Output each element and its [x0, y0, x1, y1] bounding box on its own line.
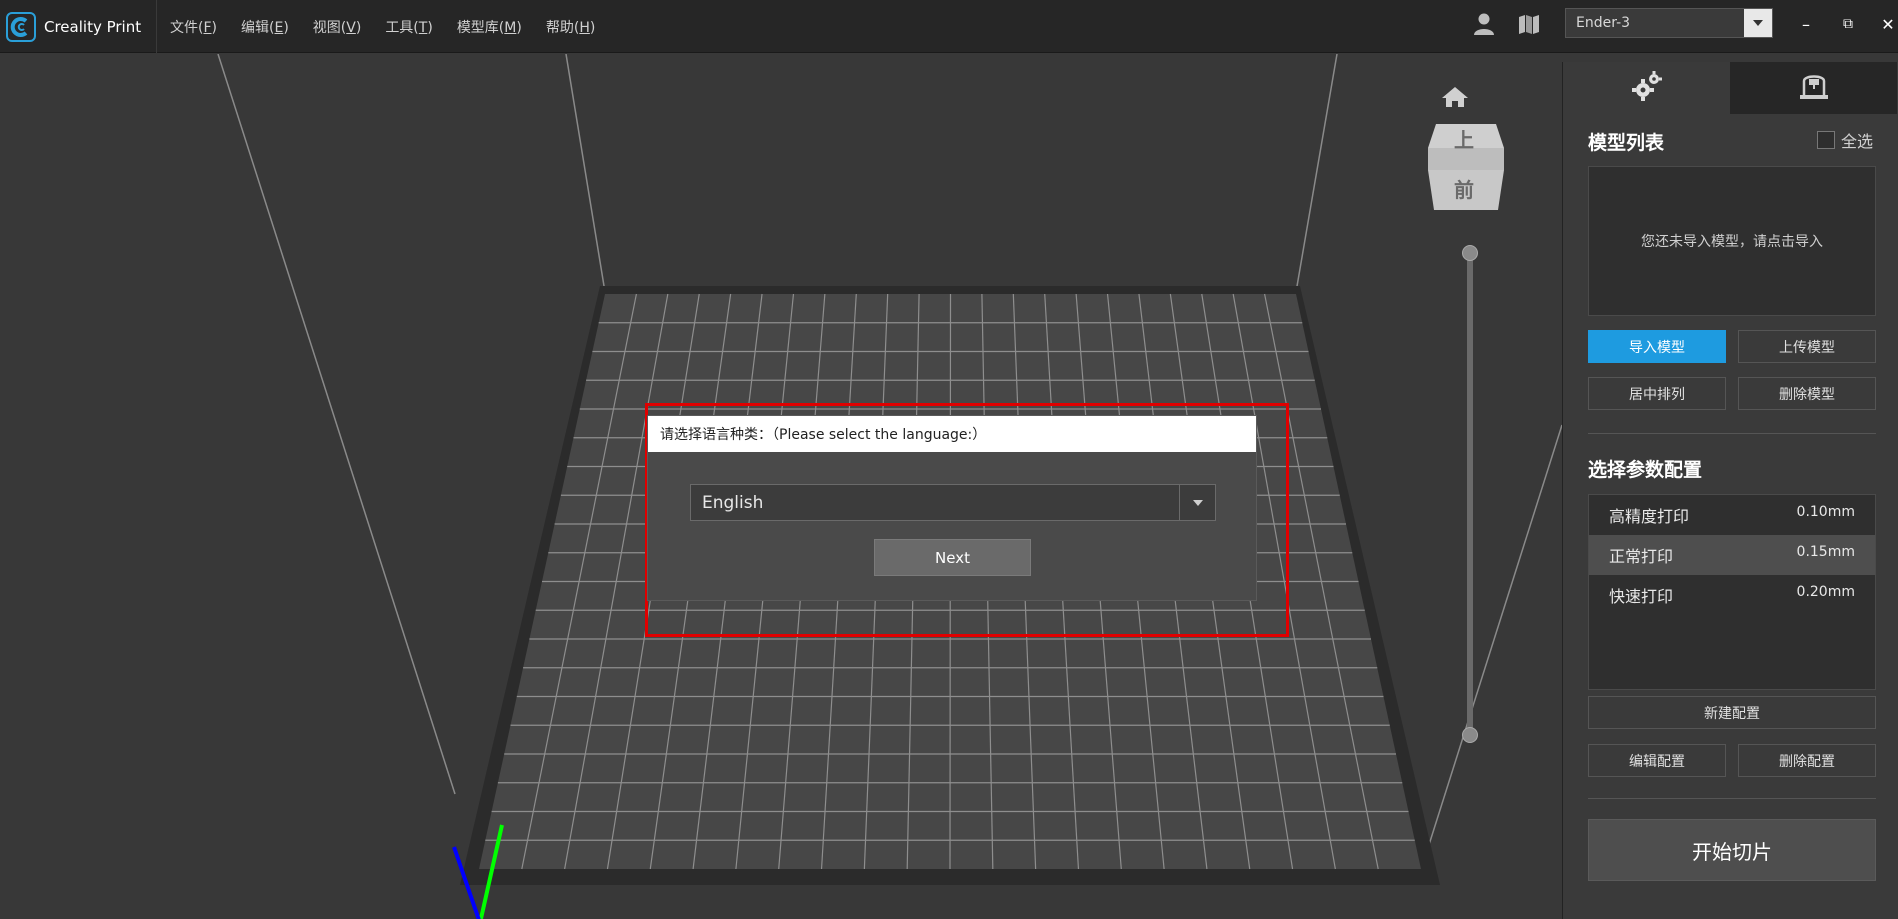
restore-button[interactable]: ⧉: [1836, 12, 1860, 36]
menu-view[interactable]: 视图(V): [313, 17, 362, 37]
y-axis-line: [478, 824, 504, 919]
select-all-box[interactable]: [1817, 131, 1835, 149]
profile-name: 正常打印: [1609, 547, 1674, 566]
menu-model-library-key: M: [504, 19, 517, 36]
center-arrange-button[interactable]: 居中排列: [1588, 377, 1726, 410]
home-icon[interactable]: [1441, 85, 1469, 109]
view-cube-top-label[interactable]: 上: [1454, 124, 1474, 153]
chevron-down-icon[interactable]: [1744, 9, 1772, 37]
model-list-empty-text: 您还未导入模型，请点击导入: [1641, 234, 1823, 250]
panel-divider: [1588, 798, 1876, 799]
creality-logo-icon: [6, 11, 36, 42]
app-window: Creality Print 文件(F) 编辑(E) 视图(V) 工具(T) 模…: [0, 0, 1898, 919]
menu-model-library-label: 模型库(: [456, 19, 505, 36]
menu-help[interactable]: 帮助(H): [546, 17, 595, 37]
tab-settings[interactable]: [1563, 62, 1730, 114]
menu-model-library-suffix: ): [516, 19, 522, 36]
menu-tools-label: 工具(: [385, 19, 419, 36]
menu-tools[interactable]: 工具(T): [385, 17, 433, 37]
model-list-title: 模型列表: [1588, 132, 1665, 154]
language-dialog: 请选择语言种类：（Please select the language:） En…: [647, 415, 1257, 601]
start-slice-button[interactable]: 开始切片: [1588, 819, 1876, 881]
printer-icon: [1798, 71, 1830, 105]
upload-model-button[interactable]: 上传模型: [1738, 330, 1876, 363]
menu-help-label: 帮助(: [545, 19, 580, 36]
printer-select-value: Ender-3: [1576, 15, 1631, 31]
menu-help-key: H: [579, 19, 590, 36]
dialog-title: 请选择语言种类：（Please select the language:）: [660, 427, 987, 443]
profile-row-fast[interactable]: 快速打印 0.20mm: [1589, 575, 1875, 615]
menu-file-label: 文件(: [170, 19, 204, 36]
z-axis-line: [452, 846, 481, 919]
menu-file[interactable]: 文件(F): [170, 17, 217, 37]
delete-model-button[interactable]: 删除模型: [1738, 377, 1876, 410]
logo-area: Creality Print: [0, 0, 157, 53]
gear-icon: [1631, 70, 1663, 106]
right-panel: 模型列表 全选 您还未导入模型，请点击导入 导入模型 上传模型 居中排列 删除模…: [1562, 62, 1898, 919]
printer-select[interactable]: Ender-3: [1565, 8, 1773, 38]
new-profile-button[interactable]: 新建配置: [1588, 696, 1876, 729]
slider-bottom-handle[interactable]: [1462, 727, 1478, 743]
language-select-value: English: [702, 492, 764, 513]
next-button[interactable]: Next: [874, 539, 1031, 576]
model-list[interactable]: 您还未导入模型，请点击导入: [1588, 166, 1876, 316]
menu-file-suffix: ): [211, 19, 217, 36]
view-cube[interactable]: 上 前: [1426, 118, 1506, 212]
layer-slider[interactable]: [1462, 245, 1478, 745]
delete-profile-button[interactable]: 删除配置: [1738, 744, 1876, 777]
profile-list: 高精度打印 0.10mm 正常打印 0.15mm 快速打印 0.20mm: [1588, 494, 1876, 690]
menu-view-suffix: ): [355, 19, 362, 36]
user-icon[interactable]: [1473, 12, 1495, 36]
menu-tools-suffix: ): [427, 19, 433, 36]
import-model-button[interactable]: 导入模型: [1588, 330, 1726, 363]
menu-edit-key: E: [274, 19, 284, 36]
select-all-label[interactable]: 全选: [1841, 128, 1873, 152]
profile-title: 选择参数配置: [1588, 459, 1703, 481]
menu-file-key: F: [203, 19, 212, 36]
app-name: Creality Print: [44, 17, 142, 36]
minimize-button[interactable]: –: [1794, 12, 1818, 36]
slider-top-handle[interactable]: [1462, 245, 1478, 261]
menu-edit[interactable]: 编辑(E): [241, 17, 289, 37]
axis-indicator: [452, 824, 504, 919]
menu-help-suffix: ): [589, 19, 596, 36]
close-button[interactable]: ✕: [1876, 12, 1898, 36]
panel-tabs: [1563, 62, 1898, 114]
menu-edit-label: 编辑(: [241, 19, 275, 36]
edit-profile-button[interactable]: 编辑配置: [1588, 744, 1726, 777]
menu-model-library[interactable]: 模型库(M): [457, 17, 522, 37]
map-icon[interactable]: [1517, 12, 1541, 36]
slider-track[interactable]: [1467, 255, 1473, 735]
select-all-checkbox[interactable]: 全选: [1817, 128, 1873, 152]
chevron-down-icon[interactable]: [1179, 485, 1215, 520]
profile-name: 高精度打印: [1609, 507, 1690, 526]
language-select[interactable]: English: [690, 484, 1216, 521]
profile-layer-height: 0.20mm: [1796, 584, 1855, 600]
panel-divider: [1588, 433, 1876, 434]
menu-edit-suffix: ): [283, 19, 289, 36]
profile-row-normal[interactable]: 正常打印 0.15mm: [1589, 535, 1875, 575]
profile-layer-height: 0.15mm: [1796, 544, 1855, 560]
profile-layer-height: 0.10mm: [1796, 504, 1855, 520]
tab-printer[interactable]: [1730, 62, 1897, 114]
dialog-title-bar: 请选择语言种类：（Please select the language:）: [648, 416, 1256, 452]
profile-name: 快速打印: [1609, 587, 1674, 606]
menu-view-label: 视图(: [312, 19, 347, 36]
menu-bar: 文件(F) 编辑(E) 视图(V) 工具(T) 模型库(M) 帮助(H): [170, 0, 619, 53]
menu-view-key: V: [346, 19, 356, 36]
view-cube-front-label[interactable]: 前: [1454, 174, 1474, 203]
profile-row-high-precision[interactable]: 高精度打印 0.10mm: [1589, 495, 1875, 535]
top-bar: Creality Print 文件(F) 编辑(E) 视图(V) 工具(T) 模…: [0, 0, 1898, 53]
